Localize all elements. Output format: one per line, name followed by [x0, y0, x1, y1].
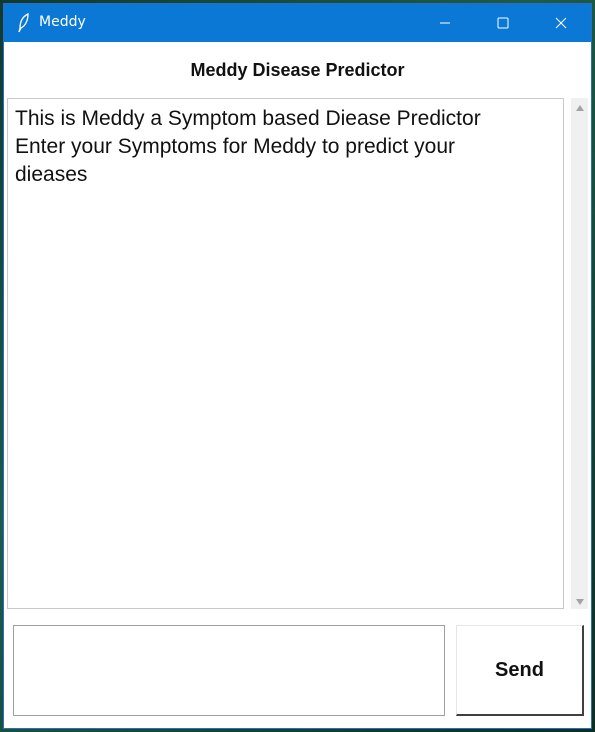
page-title: Meddy Disease Predictor	[190, 60, 405, 80]
scroll-up-button[interactable]	[571, 98, 588, 115]
maximize-icon	[497, 14, 509, 33]
window-title: Meddy	[39, 14, 86, 30]
app-window: Meddy Meddy Disease Predictor This is Me…	[3, 3, 592, 729]
minimize-icon	[439, 14, 451, 33]
close-icon	[555, 14, 567, 33]
triangle-up-icon	[575, 97, 585, 116]
send-button[interactable]: Send	[456, 625, 584, 716]
triangle-down-icon	[575, 591, 585, 610]
symptom-input[interactable]	[13, 625, 445, 716]
feather-icon	[16, 12, 32, 33]
title-bar[interactable]: Meddy	[4, 4, 591, 42]
chat-log[interactable]: This is Meddy a Symptom based Diease Pre…	[7, 98, 564, 609]
chat-scrollbar[interactable]	[571, 98, 588, 609]
close-button[interactable]	[532, 4, 590, 42]
scroll-down-button[interactable]	[571, 592, 588, 609]
maximize-button[interactable]	[474, 4, 532, 42]
minimize-button[interactable]	[416, 4, 474, 42]
